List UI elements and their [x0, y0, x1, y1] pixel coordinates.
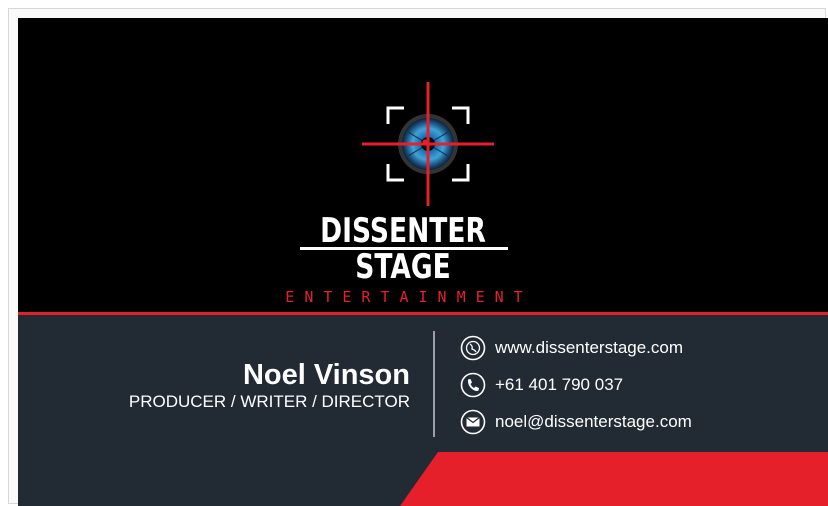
lens-crosshair-logo-icon	[362, 82, 494, 206]
business-card: DISSENTER STAGE ENTERTAINMENT Noel Vinso…	[18, 18, 828, 506]
envelope-icon	[460, 409, 486, 434]
contact-phone[interactable]: +61 401 790 037	[460, 366, 692, 403]
contact-website[interactable]: www.dissenterstage.com	[460, 329, 692, 366]
brand-subtitle: ENTERTAINMENT	[285, 288, 533, 306]
vertical-separator	[433, 331, 435, 437]
contact-email-text: noel@dissenterstage.com	[495, 411, 692, 431]
contact-email[interactable]: noel@dissenterstage.com	[460, 403, 692, 440]
person-block: Noel Vinson PRODUCER / WRITER / DIRECTOR	[129, 358, 410, 412]
contact-list: www.dissenterstage.com +61 401 790 037 n…	[460, 329, 692, 440]
contact-website-text: www.dissenterstage.com	[495, 337, 684, 357]
contact-phone-text: +61 401 790 037	[495, 374, 624, 394]
person-role: PRODUCER / WRITER / DIRECTOR	[128, 392, 410, 411]
brand-wordmark: DISSENTER STAGE ENTERTAINMENT	[248, 213, 558, 306]
person-name: Noel Vinson	[242, 359, 410, 391]
phone-icon	[460, 372, 486, 397]
globe-icon	[460, 335, 486, 360]
brand-underline	[300, 247, 508, 250]
